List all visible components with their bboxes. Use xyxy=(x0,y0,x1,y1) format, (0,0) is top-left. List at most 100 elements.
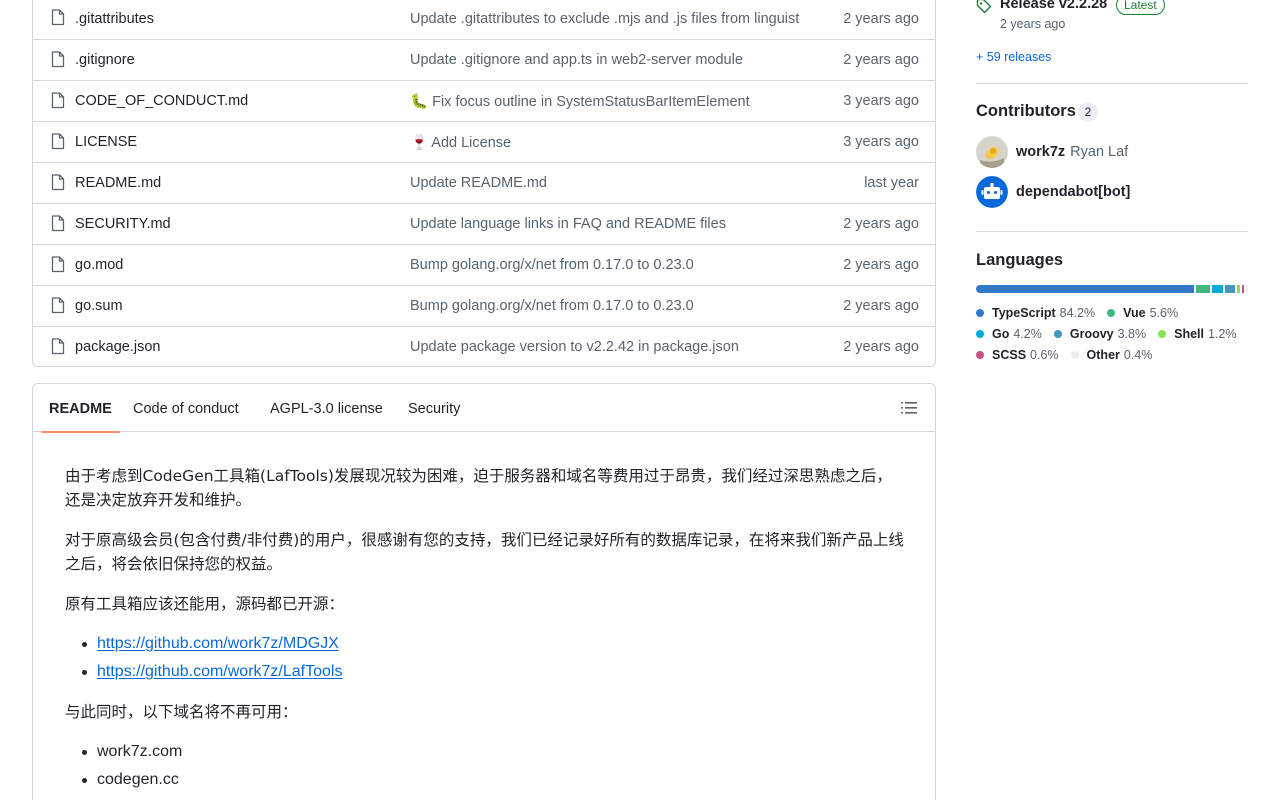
tab-readme[interactable]: README xyxy=(41,384,120,433)
list-item: https://github.com/work7z/LafTools xyxy=(81,658,342,686)
file-row[interactable]: CODE_OF_CONDUCT.md 🐛 Fix focus outline i… xyxy=(33,80,935,121)
more-releases-link[interactable]: + 59 releases xyxy=(976,50,1051,64)
contributors-count: 2 xyxy=(1078,103,1098,121)
file-row[interactable]: LICENSE 🍷 Add License 3 years ago xyxy=(33,121,935,162)
commit-date: 2 years ago xyxy=(843,298,919,314)
file-row[interactable]: SECURITY.md Update language links in FAQ… xyxy=(33,203,935,244)
file-table: .gitattributes Update .gitattributes to … xyxy=(32,0,936,367)
tab-security[interactable]: Security xyxy=(408,384,460,432)
language-percent: 4.2% xyxy=(1013,326,1042,341)
latest-badge: Latest xyxy=(1116,0,1165,15)
commit-message[interactable]: 🍷 Add License xyxy=(410,134,800,151)
file-icon xyxy=(51,297,65,314)
dependabot-avatar[interactable] xyxy=(976,176,1008,208)
file-row[interactable]: .gitattributes Update .gitattributes to … xyxy=(33,0,935,39)
commit-message[interactable]: 🐛 Fix focus outline in SystemStatusBarIt… xyxy=(410,93,800,110)
file-name[interactable]: go.mod xyxy=(75,257,123,273)
release-title[interactable]: Release v2.2.28 xyxy=(1000,0,1107,12)
file-icon xyxy=(51,174,65,191)
commit-date: 3 years ago xyxy=(843,134,919,150)
language-name: TypeScript xyxy=(992,305,1056,320)
contributor-login[interactable]: work7z xyxy=(1016,144,1065,160)
language-item[interactable]: Go 4.2% xyxy=(976,327,1042,341)
contributor-login[interactable]: dependabot[bot] xyxy=(1016,184,1130,200)
commit-date: 2 years ago xyxy=(843,257,919,273)
commit-date: 2 years ago xyxy=(843,339,919,355)
file-icon xyxy=(51,9,65,26)
list-item: work7z.com xyxy=(81,738,182,766)
file-row[interactable]: README.md Update README.md last year xyxy=(33,162,935,203)
commit-message[interactable]: Update README.md xyxy=(410,175,800,191)
file-row[interactable]: package.json Update package version to v… xyxy=(33,326,935,366)
language-row: TypeScript 84.2% Vue 5.6% xyxy=(976,302,1248,323)
language-item[interactable]: Shell 1.2% xyxy=(1158,327,1237,341)
file-name[interactable]: .gitignore xyxy=(75,52,135,68)
language-percent: 0.4% xyxy=(1123,347,1153,362)
file-name[interactable]: go.sum xyxy=(75,298,123,314)
file-name[interactable]: SECURITY.md xyxy=(75,216,171,232)
active-tab-indicator xyxy=(41,431,120,433)
file-icon xyxy=(51,215,65,232)
language-dot xyxy=(1107,308,1116,317)
readme-paragraph: 对于原高级会员(包含付费/非付费)的用户，很感谢有您的支持，我们已经记录好所有的… xyxy=(65,531,904,573)
language-list: TypeScript 84.2% Vue 5.6% Go 4.2% Groovy… xyxy=(976,302,1248,365)
tag-icon xyxy=(976,0,992,14)
contributor-name: Ryan Laf xyxy=(1070,144,1129,160)
release-date: 2 years ago xyxy=(1000,17,1066,31)
table-of-contents-icon[interactable] xyxy=(901,401,917,415)
contributor-item[interactable]: work7z Ryan Laf xyxy=(976,136,1128,168)
language-item[interactable]: SCSS 0.6% xyxy=(976,348,1059,362)
language-dot xyxy=(976,308,984,317)
language-bar-segment xyxy=(1236,285,1241,293)
commit-message[interactable]: Bump golang.org/x/net from 0.17.0 to 0.2… xyxy=(410,257,800,273)
tab-label: AGPL-3.0 license xyxy=(270,401,383,417)
commit-date: 3 years ago xyxy=(843,93,919,109)
commit-message[interactable]: Bump golang.org/x/net from 0.17.0 to 0.2… xyxy=(410,298,800,314)
file-icon xyxy=(51,133,65,150)
language-percent: 5.6% xyxy=(1149,305,1179,320)
commit-message[interactable]: Update .gitignore and app.ts in web2-ser… xyxy=(410,52,800,68)
file-row[interactable]: go.sum Bump golang.org/x/net from 0.17.0… xyxy=(33,285,935,326)
list-item: https://github.com/work7z/MDGJX xyxy=(81,630,342,658)
language-bar-segment xyxy=(1212,285,1224,293)
file-name[interactable]: CODE_OF_CONDUCT.md xyxy=(75,93,248,109)
file-name[interactable]: .gitattributes xyxy=(75,11,154,27)
link-list: https://github.com/work7z/MDGJX https://… xyxy=(81,630,342,686)
avatar[interactable] xyxy=(976,136,1008,168)
tab-license[interactable]: AGPL-3.0 license xyxy=(270,384,383,432)
repo-link[interactable]: https://github.com/work7z/MDGJX xyxy=(97,635,339,652)
language-item[interactable]: Vue 5.6% xyxy=(1107,306,1178,320)
file-row[interactable]: go.mod Bump golang.org/x/net from 0.17.0… xyxy=(33,244,935,285)
tab-code-of-conduct[interactable]: Code of conduct xyxy=(133,384,239,432)
language-item[interactable]: Other 0.4% xyxy=(1070,347,1153,362)
commit-message[interactable]: Update package version to v2.2.42 in pac… xyxy=(410,339,800,355)
commit-date: 2 years ago xyxy=(843,52,919,68)
readme-paragraph: 与此同时，以下域名将不再可用： xyxy=(65,703,298,721)
file-name[interactable]: package.json xyxy=(75,339,160,355)
repo-link[interactable]: https://github.com/work7z/LafTools xyxy=(97,663,342,680)
language-item[interactable]: Groovy 3.8% xyxy=(1053,326,1146,341)
tab-label: Security xyxy=(408,401,461,417)
language-name: Groovy xyxy=(1069,326,1114,341)
contributors-heading[interactable]: Contributors xyxy=(976,102,1076,121)
language-dot xyxy=(1053,329,1062,338)
file-icon xyxy=(51,338,65,355)
file-name[interactable]: README.md xyxy=(75,175,161,191)
file-name[interactable]: LICENSE xyxy=(75,134,137,150)
file-row[interactable]: .gitignore Update .gitignore and app.ts … xyxy=(33,39,935,80)
language-percent: 84.2% xyxy=(1059,305,1096,320)
language-bar-segment xyxy=(1242,285,1245,293)
language-bar-segment xyxy=(1195,285,1211,293)
language-bar xyxy=(976,285,1248,293)
domain-list: work7z.com codegen.cc xyxy=(81,738,182,794)
contributor-item[interactable]: dependabot[bot] xyxy=(976,176,1130,208)
language-name: Vue xyxy=(1123,305,1146,320)
commit-date: last year xyxy=(864,175,919,191)
commit-message[interactable]: Update .gitattributes to exclude .mjs an… xyxy=(410,11,800,27)
tab-label: README xyxy=(49,401,112,417)
commit-message[interactable]: Update language links in FAQ and README … xyxy=(410,216,800,232)
divider xyxy=(976,83,1248,84)
file-icon xyxy=(51,51,65,68)
language-item[interactable]: TypeScript 84.2% xyxy=(976,306,1095,320)
language-dot xyxy=(1158,329,1167,338)
